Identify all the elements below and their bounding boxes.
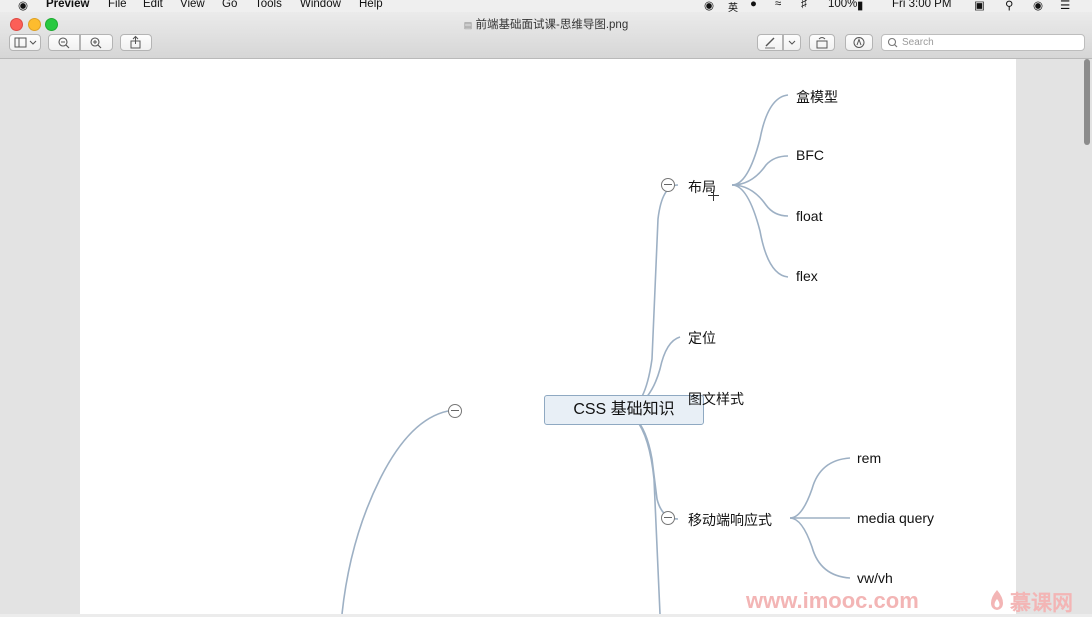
zoom-in-button[interactable] [80,34,113,51]
imooc-logo-icon [991,590,1003,610]
crosshair-cursor-icon [708,190,719,201]
mindmap-root-node: CSS 基础知识 [544,395,704,425]
battery-percent[interactable]: 100% [828,0,857,10]
zoom-out-button[interactable] [48,34,80,51]
battery-icon[interactable]: ▮ [857,0,863,12]
menu-bar: ◉ Preview File Edit View Go Tools Window… [0,0,1092,14]
share-button[interactable] [120,34,152,51]
markup-toolbar-button[interactable] [845,34,873,51]
leaf-bfc: BFC [796,147,824,163]
markup-icon [853,37,865,48]
wifi-icon[interactable]: ≈ [775,0,781,10]
branch-mobile-responsive: 移动端响应式 [688,512,772,528]
connector-mobile-to-rem [789,457,851,519]
connector-root-trunk [341,410,449,614]
mindmap-connectors [341,94,851,614]
collapse-layout-button[interactable] [661,178,675,192]
pen-icon [765,37,775,49]
watermark-site: www.imooc.com [746,588,919,613]
zoom-out-icon [58,37,70,49]
document-viewport[interactable]: CSS 基础知识 布局 盒模型 BFC float flex 定位 图文样式 移… [0,59,1092,615]
watermark-brand: 慕课网 [1010,592,1073,615]
wechat-icon[interactable]: ● [750,0,757,10]
document-icon: ▤ [463,20,473,30]
collapse-root-button[interactable] [448,404,462,418]
markup-dropdown-button[interactable] [783,34,801,51]
clock[interactable]: Fri 3:00 PM [892,0,951,10]
rotate-button[interactable] [809,34,835,51]
flash-icon[interactable]: ▣ [974,0,985,12]
share-icon [130,35,141,49]
search-icon [887,37,898,48]
menu-help[interactable]: Help [359,0,383,10]
leaf-float: float [796,208,823,224]
leaf-box-model: 盒模型 [796,89,838,105]
connector-mobile-to-vwvh [789,517,851,579]
window-titlebar: ▤ 前端基础面试课-思维导图.png Search [0,12,1092,59]
window-title-text: 前端基础面试课-思维导图.png [475,19,629,31]
spotlight-icon[interactable]: ⚲ [1005,0,1013,12]
search-field[interactable]: Search [881,34,1085,51]
mindmap-image: CSS 基础知识 布局 盒模型 BFC float flex 定位 图文样式 移… [80,59,1016,614]
apple-icon[interactable]: ◉ [18,0,28,12]
record-icon[interactable]: ◉ [704,0,714,12]
branch-text-style: 图文样式 [688,391,744,407]
menu-file[interactable]: File [108,0,127,10]
menu-view[interactable]: View [180,0,205,10]
sidebar-toggle-button[interactable] [9,34,41,51]
connector-root-to-layout [624,184,679,412]
markup-pen-button[interactable] [757,34,783,51]
leaf-media-query: media query [857,510,935,526]
search-placeholder: Search [902,37,934,48]
menu-tools[interactable]: Tools [255,0,282,10]
sidebar-icon [14,37,37,48]
connector-root-to-offscreen [624,410,661,614]
chevron-down-icon [788,40,796,45]
siri-icon[interactable]: ◉ [1033,0,1043,12]
connector-layout-to-float [731,184,789,217]
notification-center-icon[interactable]: ☰ [1060,0,1070,12]
leaf-vw-vh: vw/vh [857,570,893,586]
menu-edit[interactable]: Edit [143,0,163,10]
menu-app-name[interactable]: Preview [46,0,89,10]
leaf-rem: rem [857,450,882,466]
vertical-scrollbar[interactable] [1084,59,1090,145]
window-title: ▤ 前端基础面试课-思维导图.png [0,16,1092,32]
rotate-icon [816,37,828,49]
menu-go[interactable]: Go [222,0,237,10]
menu-window[interactable]: Window [300,0,341,10]
volume-icon[interactable]: ♯ [801,0,807,10]
collapse-mobile-button[interactable] [661,511,675,525]
branch-position: 定位 [688,330,716,346]
leaf-flex: flex [796,268,818,284]
zoom-in-icon [90,37,102,49]
